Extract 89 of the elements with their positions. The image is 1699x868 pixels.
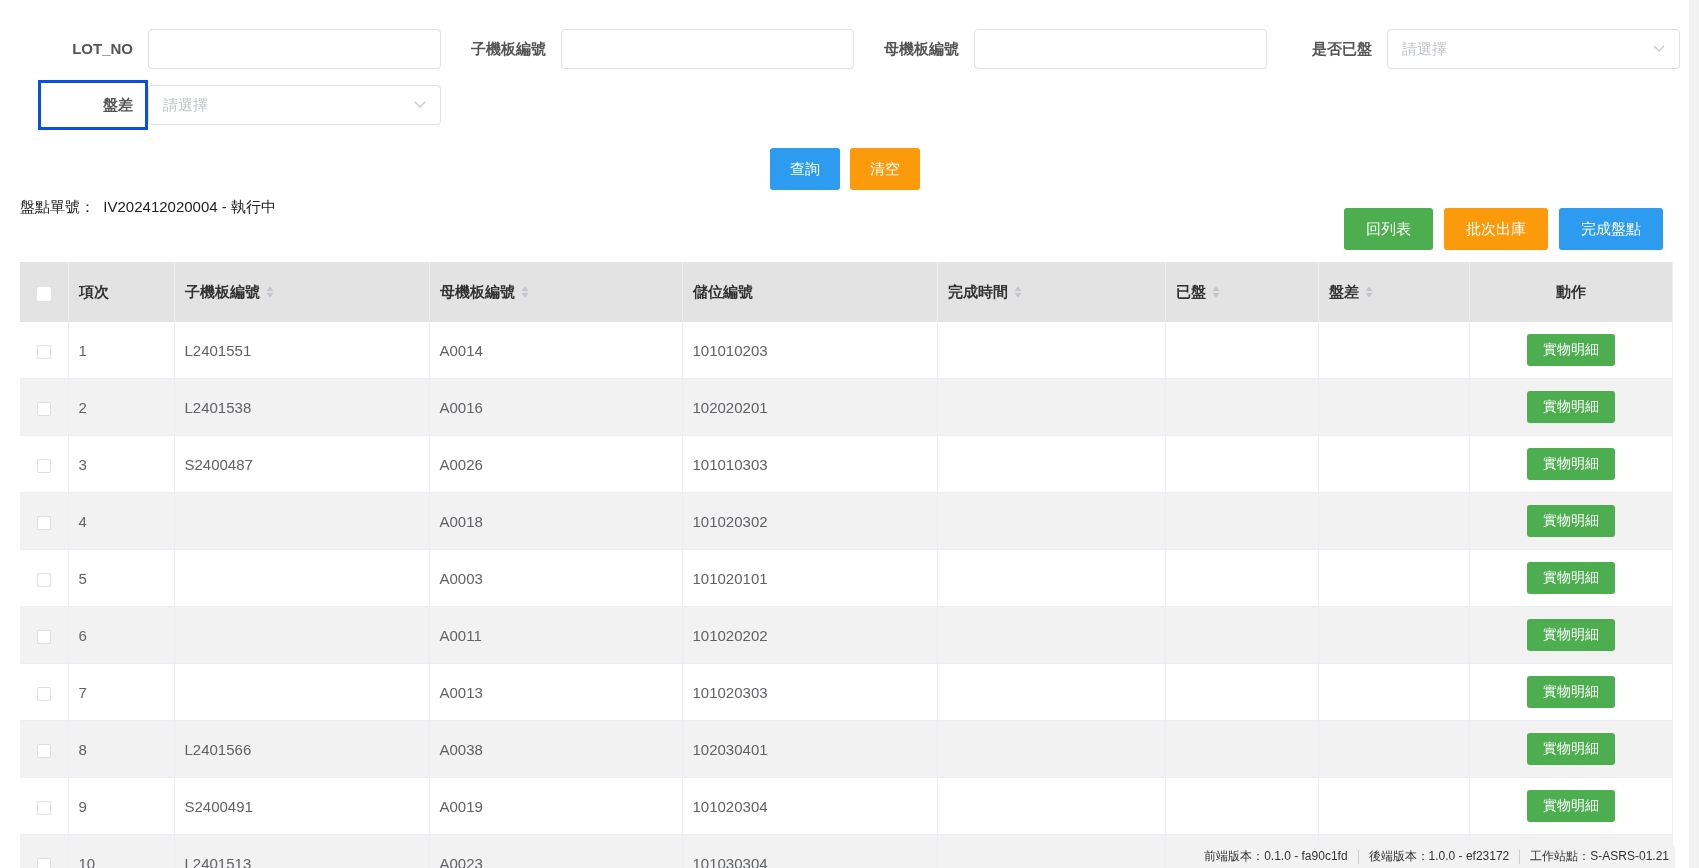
table-cell: 101020303	[692, 683, 768, 701]
detail-button[interactable]: 實物明細	[1526, 562, 1615, 594]
action-button[interactable]: 回列表	[1344, 208, 1433, 250]
field-label: 子機板編號	[470, 39, 547, 59]
input-field[interactable]	[561, 29, 854, 69]
detail-button[interactable]: 實物明細	[1526, 790, 1615, 822]
table-cell: A0003	[439, 569, 483, 587]
table-cell: A0011	[439, 626, 482, 644]
select-field[interactable]: 請選擇	[148, 85, 441, 125]
input-field[interactable]	[148, 29, 441, 69]
table-cell: 4	[78, 512, 87, 530]
table-cell: 9	[78, 797, 87, 815]
table-cell: 101010203	[692, 341, 768, 359]
column-header: 母機板編號	[439, 282, 515, 302]
chevron-down-icon	[1653, 45, 1665, 53]
table-cell: 101020202	[692, 626, 768, 644]
table-cell: A0019	[439, 797, 483, 815]
version-text: 前端版本：0.1.0 - fa90c1fd	[1204, 848, 1348, 865]
version-text: 後端版本：1.0.0 - ef23172	[1368, 848, 1510, 865]
table-cell: S2400491	[184, 797, 253, 815]
table-cell: S2400487	[184, 455, 253, 473]
column-header: 子機板編號	[184, 282, 260, 302]
action-button[interactable]: 完成盤點	[1559, 208, 1663, 250]
field-label: 母機板編號	[883, 39, 960, 59]
sort-icon[interactable]	[265, 286, 274, 298]
table-cell: A0016	[439, 398, 483, 416]
table-cell: L2401538	[184, 398, 252, 416]
checkbox[interactable]	[36, 800, 51, 815]
checkbox[interactable]	[36, 515, 51, 530]
search-action-button[interactable]: 清空	[849, 148, 920, 190]
table-cell: A0014	[439, 341, 483, 359]
sort-icon[interactable]	[1211, 286, 1220, 298]
detail-button[interactable]: 實物明細	[1526, 733, 1615, 765]
version-text: 工作站點：S-ASRS-01.21	[1530, 848, 1669, 865]
table-cell: 5	[78, 569, 87, 587]
column-header: 動作	[1555, 282, 1586, 302]
table-cell: 101020101	[692, 569, 768, 587]
detail-button[interactable]: 實物明細	[1526, 334, 1615, 366]
column-header: 儲位編號	[692, 282, 753, 302]
action-button[interactable]: 批次出庫	[1444, 208, 1548, 250]
column-header: 完成時間	[947, 282, 1008, 302]
detail-button[interactable]: 實物明細	[1526, 619, 1615, 651]
table-cell: 102030401	[692, 740, 768, 758]
checkbox[interactable]	[36, 401, 51, 416]
table-cell: 101020302	[692, 512, 768, 530]
table-cell: L2401566	[184, 740, 252, 758]
detail-button[interactable]: 實物明細	[1526, 676, 1615, 708]
table-cell: 101010303	[692, 455, 768, 473]
table-cell: A0026	[439, 455, 483, 473]
table-cell: 10	[78, 854, 96, 868]
table-cell: 7	[78, 683, 87, 701]
input-field[interactable]	[974, 29, 1267, 69]
sort-icon[interactable]	[1013, 286, 1022, 298]
checkbox[interactable]	[36, 344, 51, 359]
table-cell: 2	[78, 398, 87, 416]
column-header: 已盤	[1175, 282, 1206, 302]
table-cell: 101020304	[692, 797, 768, 815]
column-header: 盤差	[1328, 282, 1359, 302]
table-cell: 6	[78, 626, 87, 644]
search-action-button[interactable]: 查詢	[769, 148, 840, 190]
checkbox[interactable]	[36, 458, 51, 473]
checkbox[interactable]	[36, 686, 51, 701]
table-cell: 101030304	[692, 854, 768, 868]
checkbox[interactable]	[36, 572, 51, 587]
field-label: 盤差	[38, 80, 148, 130]
sort-icon[interactable]	[520, 286, 529, 298]
chevron-down-icon	[414, 101, 426, 109]
column-header: 項次	[78, 282, 109, 302]
order-number: 盤點單號： IV202412020004 - 執行中	[20, 198, 276, 217]
select-field[interactable]: 請選擇	[1387, 29, 1680, 69]
table-cell: 102020201	[692, 398, 768, 416]
field-label: 是否已盤	[1311, 39, 1373, 59]
detail-button[interactable]: 實物明細	[1526, 505, 1615, 537]
detail-button[interactable]: 實物明細	[1526, 391, 1615, 423]
field-label: LOT_NO	[71, 39, 134, 59]
table-cell: A0013	[439, 683, 483, 701]
table-cell: 3	[78, 455, 87, 473]
table-cell: A0018	[439, 512, 483, 530]
table-cell: A0023	[439, 854, 483, 868]
table-cell: L2401551	[184, 341, 252, 359]
table-cell: 8	[78, 740, 87, 758]
table-cell: L2401513	[184, 854, 252, 868]
detail-button[interactable]: 實物明細	[1526, 448, 1615, 480]
table-cell: A0038	[439, 740, 483, 758]
table-cell: 1	[78, 341, 87, 359]
checkbox[interactable]	[36, 743, 51, 758]
sort-icon[interactable]	[1364, 286, 1373, 298]
checkbox[interactable]	[36, 857, 51, 868]
checkbox[interactable]	[36, 629, 51, 644]
